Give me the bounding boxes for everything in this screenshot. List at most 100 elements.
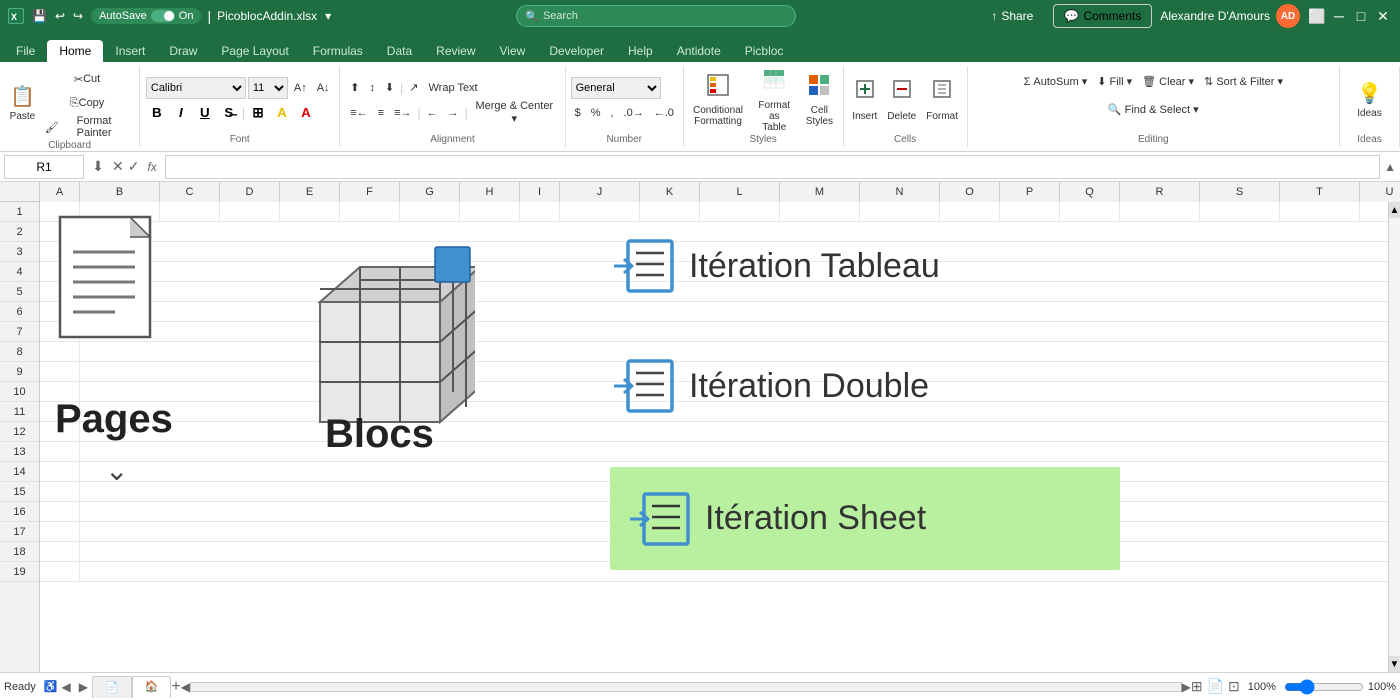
number-format-select[interactable]: General [571, 77, 661, 99]
decrease-decimal-btn[interactable]: ←.0 [650, 102, 678, 124]
row-14[interactable]: 14 [0, 462, 39, 482]
tab-help[interactable]: Help [616, 40, 665, 62]
row-10[interactable]: 10 [0, 382, 39, 402]
format-btn[interactable]: Format [922, 71, 962, 129]
cell-k1[interactable] [640, 202, 700, 222]
conditional-formatting-btn[interactable]: ConditionalFormatting [690, 71, 747, 129]
page-layout-view-btn[interactable]: 📄 [1207, 678, 1224, 695]
row-7[interactable]: 7 [0, 322, 39, 342]
row-17[interactable]: 17 [0, 522, 39, 542]
share-button[interactable]: ↑ Share [979, 5, 1045, 27]
row-1[interactable]: 1 [0, 202, 39, 222]
ribbon-collapse-btn[interactable]: ⬜ [1308, 7, 1326, 25]
col-header-j[interactable]: J [560, 182, 640, 202]
close-btn[interactable]: ✕ [1374, 7, 1392, 25]
paste-button[interactable]: 📋 Paste [6, 74, 39, 132]
tab-page-layout[interactable]: Page Layout [209, 40, 300, 62]
comma-btn[interactable]: , [606, 102, 617, 124]
row-15[interactable]: 15 [0, 482, 39, 502]
row-13[interactable]: 13 [0, 442, 39, 462]
cell-o1[interactable] [940, 202, 1000, 222]
col-header-t[interactable]: T [1280, 182, 1360, 202]
sort-filter-btn[interactable]: ⇅ Sort & Filter ▾ [1200, 68, 1287, 94]
sheet-nav-left[interactable]: ◀ [58, 678, 75, 696]
strikethrough-button[interactable]: S̶ [218, 102, 240, 124]
col-header-c[interactable]: C [160, 182, 220, 202]
hscroll-right-btn[interactable]: ▶ [1182, 680, 1191, 694]
cell-l1[interactable] [700, 202, 780, 222]
col-header-s[interactable]: S [1200, 182, 1280, 202]
cut-button[interactable]: ✂ Cut [41, 68, 133, 90]
cell-a17[interactable] [40, 522, 80, 542]
align-center-btn[interactable]: ≡ [374, 102, 388, 124]
font-color-button[interactable]: A [295, 102, 317, 124]
col-header-l[interactable]: L [700, 182, 780, 202]
currency-btn[interactable]: $ [571, 102, 585, 124]
font-size-select[interactable]: 11 [248, 77, 288, 99]
col-header-r[interactable]: R [1120, 182, 1200, 202]
decrease-font-btn[interactable]: A↓ [313, 77, 334, 99]
cell-a14[interactable] [40, 462, 80, 482]
tab-antidote[interactable]: Antidote [665, 40, 733, 62]
font-family-select[interactable]: Calibri [146, 77, 246, 99]
cell-a18[interactable] [40, 542, 80, 562]
autosum-btn[interactable]: Σ AutoSum ▾ [1020, 68, 1092, 94]
formula-confirm-icon[interactable]: ✓ [128, 158, 140, 175]
row-11[interactable]: 11 [0, 402, 39, 422]
wrap-text-btn[interactable]: Wrap Text [425, 77, 482, 99]
col-header-k[interactable]: K [640, 182, 700, 202]
hscroll-track[interactable] [190, 682, 1182, 692]
merge-center-btn[interactable]: Merge & Center ▾ [470, 102, 559, 124]
scroll-up-btn[interactable]: ▲ [1389, 202, 1400, 218]
col-header-f[interactable]: F [340, 182, 400, 202]
zoom-slider[interactable] [1284, 679, 1364, 695]
cell-a13[interactable] [40, 442, 80, 462]
row-2[interactable]: 2 [0, 222, 39, 242]
decrease-indent-btn[interactable]: ← [423, 102, 442, 124]
cell-s1[interactable] [1200, 202, 1280, 222]
col-header-n[interactable]: N [860, 182, 940, 202]
col-header-h[interactable]: H [460, 182, 520, 202]
delete-btn[interactable]: Delete [883, 71, 920, 129]
cell-j1[interactable] [560, 202, 640, 222]
cell-f1[interactable] [340, 202, 400, 222]
col-header-b[interactable]: B [80, 182, 160, 202]
add-sheet-btn[interactable]: + [171, 678, 180, 696]
cell-h1[interactable] [460, 202, 520, 222]
tab-draw[interactable]: Draw [157, 40, 209, 62]
formula-input[interactable] [165, 155, 1380, 179]
cell-r1[interactable] [1120, 202, 1200, 222]
save-quick-btn[interactable]: 💾 [30, 7, 49, 25]
sheet-tab-1[interactable]: 📄 [92, 676, 132, 698]
align-bottom-btn[interactable]: ⬇ [381, 77, 398, 99]
insert-btn[interactable]: Insert [848, 71, 881, 129]
user-avatar[interactable]: AD [1276, 4, 1300, 28]
cell-styles-btn[interactable]: CellStyles [802, 71, 837, 129]
border-button[interactable]: ⊞ [247, 102, 269, 124]
tab-home[interactable]: Home [47, 40, 103, 62]
tab-insert[interactable]: Insert [103, 40, 157, 62]
maximize-btn[interactable]: □ [1352, 7, 1370, 25]
col-header-u[interactable]: U [1360, 182, 1400, 202]
tab-file[interactable]: File [4, 40, 47, 62]
formula-bar-expand-icon[interactable]: ▲ [1384, 160, 1396, 174]
search-bar[interactable]: 🔍 Search [516, 5, 796, 27]
tab-data[interactable]: Data [375, 40, 424, 62]
hscroll-left-btn[interactable]: ◀ [181, 680, 190, 694]
bold-button[interactable]: B [146, 102, 168, 124]
increase-decimal-btn[interactable]: .0→ [620, 102, 648, 124]
cell-t1[interactable] [1280, 202, 1360, 222]
redo-btn[interactable]: ↪ [71, 7, 85, 25]
row-18[interactable]: 18 [0, 542, 39, 562]
cell-m1[interactable] [780, 202, 860, 222]
undo-btn[interactable]: ↩ [53, 7, 67, 25]
scroll-track[interactable] [1389, 218, 1400, 656]
cell-d1[interactable] [220, 202, 280, 222]
col-header-o[interactable]: O [940, 182, 1000, 202]
col-header-d[interactable]: D [220, 182, 280, 202]
cell-a19[interactable] [40, 562, 80, 582]
tab-review[interactable]: Review [424, 40, 487, 62]
tab-developer[interactable]: Developer [537, 40, 616, 62]
cell-q1[interactable] [1060, 202, 1120, 222]
cell-e1[interactable] [280, 202, 340, 222]
